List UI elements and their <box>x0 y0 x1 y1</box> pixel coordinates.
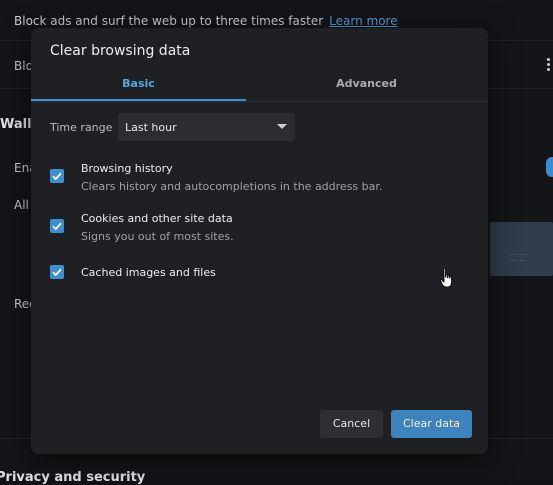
hand-cursor-icon <box>440 268 454 292</box>
cookies-checkbox[interactable] <box>50 219 64 233</box>
tab-selected-indicator <box>31 99 246 101</box>
all-wallpapers-label: All <box>14 198 29 212</box>
cached-images-title: Cached images and files <box>81 266 216 279</box>
checkmark-icon <box>52 268 62 277</box>
cached-images-checkbox[interactable] <box>50 265 64 279</box>
browsing-history-checkbox[interactable] <box>50 169 64 183</box>
time-range-select[interactable]: Last hour <box>118 113 295 141</box>
checkmark-icon <box>52 222 62 231</box>
cookies-description: Signs you out of most sites. <box>81 230 234 243</box>
tab-bar: Basic Advanced <box>31 72 488 102</box>
adblock-row: Block ads and surf the web up to three t… <box>14 14 398 28</box>
privacy-heading: Privacy and security <box>0 470 146 485</box>
learn-more-link[interactable]: Learn more <box>329 14 397 28</box>
dialog-title: Clear browsing data <box>50 43 191 59</box>
dropdown-arrow-icon <box>277 124 287 129</box>
tab-basic[interactable]: Basic <box>31 72 246 101</box>
adblock-text: Block ads and surf the web up to three t… <box>14 14 324 28</box>
thumbnail-caption: · · · · · · · · · · · <box>510 252 528 264</box>
clear-browsing-data-dialog: Clear browsing data Basic Advanced Time … <box>31 28 488 454</box>
browsing-history-title: Browsing history <box>81 162 173 175</box>
browsing-history-description: Clears history and autocompletions in th… <box>81 180 383 193</box>
tab-advanced[interactable]: Advanced <box>259 72 474 101</box>
cookies-title: Cookies and other site data <box>81 212 233 225</box>
cancel-button[interactable]: Cancel <box>320 410 383 438</box>
enable-toggle[interactable] <box>546 157 553 177</box>
time-range-value: Last hour <box>125 121 177 134</box>
clear-data-button[interactable]: Clear data <box>391 410 472 438</box>
more-options-icon[interactable] <box>547 58 551 72</box>
checkmark-icon <box>52 172 62 181</box>
time-range-label: Time range <box>50 121 113 134</box>
wallpaper-thumbnail[interactable]: · · · · · · · · · · · <box>490 222 553 276</box>
